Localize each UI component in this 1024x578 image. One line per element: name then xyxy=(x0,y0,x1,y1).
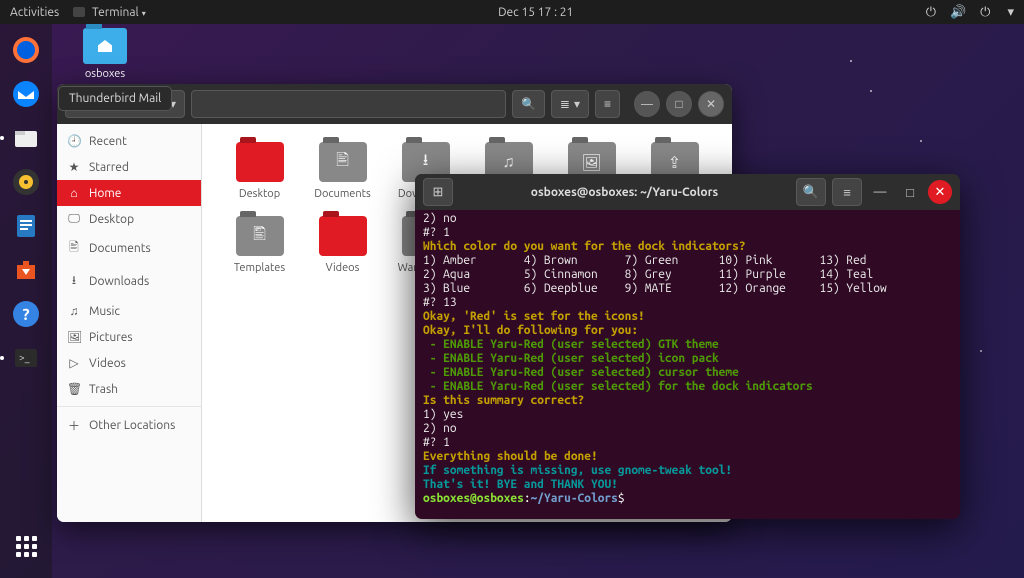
sidebar-item-label: Videos xyxy=(89,357,126,370)
terminal-close-button[interactable]: ✕ xyxy=(928,180,952,204)
clock[interactable]: Dec 15 17 : 21 xyxy=(146,6,926,19)
view-options-button[interactable]: ≣ ▾ xyxy=(551,90,589,118)
sidebar-item-label: Music xyxy=(89,305,120,318)
sidebar-item-icon: 🖼 xyxy=(67,330,81,344)
svg-text:>_: >_ xyxy=(19,352,30,363)
dock-files[interactable] xyxy=(6,118,46,158)
files-sidebar: 🕘 Recent ★ Starred ⌂ Home 🖵 Desktop 🖹 Documents ⭳ D… xyxy=(57,124,202,522)
sidebar-item-label: Trash xyxy=(89,383,118,396)
folder-templates[interactable]: 🖺Templates xyxy=(222,216,297,274)
sidebar-item-downloads[interactable]: ⭳ Downloads xyxy=(57,265,201,298)
minimize-button[interactable]: — xyxy=(634,91,660,117)
terminal-window: ⊞ osboxes@osboxes: ~/Yaru-Colors 🔍 ≡ — □… xyxy=(415,174,960,519)
show-applications-button[interactable] xyxy=(8,528,44,564)
sidebar-item-icon: ⌂ xyxy=(67,186,81,200)
sidebar-item-icon: 🖹 xyxy=(67,238,81,259)
sidebar-item-icon: ▷ xyxy=(67,356,81,370)
network-icon[interactable]: ⏻ xyxy=(926,5,936,20)
close-button[interactable]: ✕ xyxy=(698,91,724,117)
terminal-headerbar: ⊞ osboxes@osboxes: ~/Yaru-Colors 🔍 ≡ — □… xyxy=(415,174,960,210)
desktop-home-folder[interactable]: osboxes xyxy=(75,28,135,80)
sidebar-item-other-locations[interactable]: ＋ Other Locations xyxy=(57,411,201,440)
sidebar-item-icon: ⭳ xyxy=(67,271,81,292)
dock-software[interactable] xyxy=(6,250,46,290)
dock-help[interactable]: ? xyxy=(6,294,46,334)
dock-firefox[interactable] xyxy=(6,30,46,70)
sidebar-item-music[interactable]: ♫ Music xyxy=(57,298,201,324)
sidebar-item-icon: ＋ xyxy=(67,417,81,434)
sidebar-item-home[interactable]: ⌂ Home xyxy=(57,180,201,206)
terminal-title: osboxes@osboxes: ~/Yaru-Colors xyxy=(459,186,790,199)
sidebar-item-desktop[interactable]: 🖵 Desktop xyxy=(57,206,201,232)
sidebar-item-trash[interactable]: 🗑 Trash xyxy=(57,376,201,402)
sidebar-item-icon: 🗑 xyxy=(67,382,81,396)
sidebar-item-label: Desktop xyxy=(89,213,134,226)
maximize-button[interactable]: □ xyxy=(666,91,692,117)
folder-desktop[interactable]: Desktop xyxy=(222,142,297,200)
sidebar-item-icon: ♫ xyxy=(67,304,81,318)
sidebar-item-recent[interactable]: 🕘 Recent xyxy=(57,128,201,154)
dock-terminal[interactable]: >_ xyxy=(6,338,46,378)
folder-documents[interactable]: 🖹Documents xyxy=(305,142,380,200)
sidebar-item-videos[interactable]: ▷ Videos xyxy=(57,350,201,376)
sidebar-item-icon: 🖵 xyxy=(67,212,81,226)
activities-button[interactable]: Activities xyxy=(10,6,59,19)
sidebar-item-documents[interactable]: 🖹 Documents xyxy=(57,232,201,265)
sound-icon[interactable]: 🔊 xyxy=(950,5,966,20)
system-menu-chevron[interactable]: ▾ xyxy=(1007,5,1014,20)
terminal-body[interactable]: 2) no#? 1Which color do you want for the… xyxy=(415,210,960,508)
dock-rhythmbox[interactable] xyxy=(6,162,46,202)
search-button[interactable]: 🔍 xyxy=(512,90,545,118)
terminal-menu-button[interactable]: ≡ xyxy=(832,178,862,206)
sidebar-item-label: Home xyxy=(89,187,121,200)
sidebar-item-label: Recent xyxy=(89,135,127,148)
terminal-minimize-button[interactable]: — xyxy=(868,180,892,204)
sidebar-item-pictures[interactable]: 🖼 Pictures xyxy=(57,324,201,350)
path-bar[interactable] xyxy=(191,90,506,118)
app-menu[interactable]: Terminal▾ xyxy=(73,6,145,19)
terminal-search-button[interactable]: 🔍 xyxy=(796,178,826,206)
dock-thunderbird[interactable] xyxy=(6,74,46,114)
sidebar-item-label: Downloads xyxy=(89,275,149,288)
hamburger-button[interactable]: ≡ xyxy=(595,90,620,118)
dock-libreoffice[interactable] xyxy=(6,206,46,246)
power-icon[interactable]: ⏻ xyxy=(980,5,990,20)
folder-videos[interactable]: Videos xyxy=(305,216,380,274)
terminal-maximize-button[interactable]: □ xyxy=(898,180,922,204)
sidebar-item-label: Starred xyxy=(89,161,129,174)
top-bar: Activities Terminal▾ Dec 15 17 : 21 ⏻ 🔊 … xyxy=(0,0,1024,24)
sidebar-item-label: Pictures xyxy=(89,331,133,344)
sidebar-item-label: Other Locations xyxy=(89,419,175,432)
dock: ? >_ xyxy=(0,24,52,578)
dock-tooltip: Thunderbird Mail xyxy=(58,86,172,111)
sidebar-item-starred[interactable]: ★ Starred xyxy=(57,154,201,180)
sidebar-item-icon: ★ xyxy=(67,160,81,174)
sidebar-item-icon: 🕘 xyxy=(67,134,81,148)
new-tab-button[interactable]: ⊞ xyxy=(423,178,453,206)
svg-text:?: ? xyxy=(22,306,29,324)
sidebar-item-label: Documents xyxy=(89,242,151,255)
